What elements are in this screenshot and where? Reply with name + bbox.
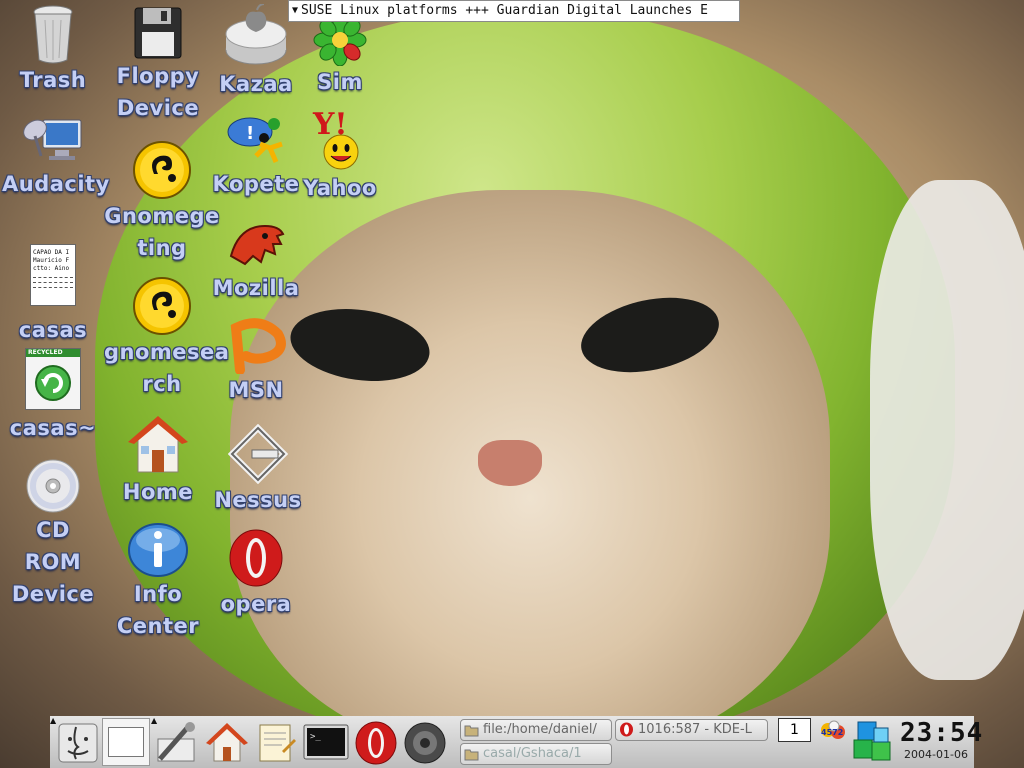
desktop-icon-kopete[interactable]: ! Kopete [212,112,300,200]
recycled-document-icon: RECYCLED [25,348,81,410]
news-ticker[interactable]: ▼ SUSE Linux platforms +++ Guardian Digit… [288,0,740,22]
home-icon [128,416,188,473]
desktop-icon-label: Home [122,480,194,504]
desktop-icon-label: MSN [228,378,284,402]
folder-window-icon [464,725,479,737]
taskbar-window-opera[interactable]: 1016:587 - KDE-L [615,719,768,741]
finder-face-icon[interactable] [56,720,100,766]
desktop-icon-opera[interactable]: opera [214,528,298,620]
desktop[interactable]: Trash Audacity CAPAO DA I Mauricio F ctt… [0,0,1024,768]
desktop-icon-label: Kazaa [219,72,293,96]
clock-date: 2004-01-06 [904,748,968,761]
desktop-icon-label: Device [116,96,200,120]
desktop-icon-label: ting [137,236,187,260]
desktop-icon-label: Floppy [116,64,200,88]
floppy-disk-icon [134,7,182,59]
ticker-text[interactable]: SUSE Linux platforms +++ Guardian Digita… [301,3,708,18]
document-preview-line: Mauricio F [33,257,70,264]
document-preview-line: CAPAO DA I [33,249,70,256]
desktop-icon-label: Yahoo [303,176,377,200]
gnome-foot-icon [133,141,191,199]
desktop-icon-yahoo[interactable]: Y! Yahoo [300,108,380,204]
clock-time: 23:54 [900,718,984,748]
desktop-icon-label: CD [36,518,70,542]
recycle-arrow-icon [35,365,71,401]
home-folder-icon[interactable] [204,720,250,766]
kazaa-apple-icon [225,4,287,65]
taskbar-window-title: file:/home/daniel/ [483,722,597,737]
wallpaper-cat-nose [478,440,542,486]
desktop-icon-label: Audacity [2,172,110,196]
desktop-icon-label: Kopete [212,172,300,196]
desktop-icon-info-center[interactable]: Info Center [110,522,206,642]
info-icon [128,523,188,577]
opera-icon [229,529,283,587]
desktop-icon-sim[interactable]: Sim [306,14,374,98]
kopete-icon: ! [227,117,283,163]
speaker-icon[interactable] [402,720,448,766]
desktop-icon-mozilla[interactable]: Mozilla [212,218,300,304]
desktop-icon-label: Nessus [214,488,302,512]
tray-cubes-icon[interactable] [852,718,894,766]
mozilla-dragon-icon [229,224,285,266]
desktop-icon-label: casas~ [9,416,97,440]
taskbar-window-title: casal/Gshaca/1 [483,746,582,761]
document-preview-line: ctto: Aino [33,265,70,272]
panel-clock[interactable]: 23:54 2004-01-06 [900,718,984,768]
desktop-icon-kazaa[interactable]: Kazaa [214,4,298,100]
opera-window-icon [620,722,633,737]
yahoo-messenger-icon: Y! [312,108,359,170]
desktop-icon-label: Trash [19,68,87,92]
control-center-tools-icon[interactable] [154,720,200,766]
opera-launcher-icon[interactable] [354,720,398,766]
nessus-icon [228,424,288,484]
cdrom-icon [26,459,80,513]
desktop-icon-label: casas [18,318,88,342]
desktop-icon-msn[interactable]: MSN [218,318,294,406]
desktop-icon-cdrom[interactable]: CD ROM Device [6,458,100,610]
text-document-icon: CAPAO DA I Mauricio F ctto: Aino [30,244,76,306]
desktop-icon-gnomesearch[interactable]: gnomesea rch [104,276,230,400]
folder-window-icon [464,749,479,761]
svg-text:!: ! [246,123,254,144]
audacity-icon [23,119,82,160]
desktop-icon-label: ROM [24,550,82,574]
msn-icon [230,318,286,374]
svg-text:>_: >_ [310,732,321,742]
desktop-icon-gnomegetting[interactable]: Gnomege ting [104,140,220,264]
desktop-icon-floppy[interactable]: Floppy Device [108,6,208,124]
recycled-badge: RECYCLED [26,349,80,357]
desktop-icon-home[interactable]: Home [116,414,200,508]
show-desktop-button[interactable] [102,718,150,766]
desktop-icon-audacity[interactable]: Audacity [2,112,110,200]
system-tray-counter-applet[interactable]: 4572 [818,720,850,744]
desktop-icon-trash[interactable]: Trash [10,4,96,96]
trash-icon [33,5,73,64]
desktop-icon-label: Sim [317,70,363,94]
desktop-icon-label: Device [11,582,95,606]
desktop-icon-nessus[interactable]: Nessus [212,424,304,516]
wallpaper-fur [870,180,1024,680]
desktop-icon-label: Info [133,582,183,606]
virtual-desktop-pager[interactable]: 1 [778,718,811,742]
desktop-icon-casas-backup[interactable]: RECYCLED casas~ [4,348,102,444]
taskbar-window-title: 1016:587 - KDE-L [638,722,752,737]
taskbar-window-folder[interactable]: casal/Gshaca/1 [460,743,612,765]
text-editor-icon[interactable] [254,720,298,766]
desktop-icon-label: gnomesea [104,340,230,364]
desktop-icon-label: rch [142,372,182,396]
gnome-foot-icon [133,277,191,335]
desktop-icon-label: Gnomege [104,204,220,228]
terminal-icon[interactable]: >_ [302,720,350,766]
tray-counter-text: 4572 [821,728,844,737]
desktop-icon-label: Center [116,614,200,638]
ticker-menu-arrow-icon[interactable]: ▼ [289,1,301,21]
taskbar-window-file-manager[interactable]: file:/home/daniel/ [460,719,612,741]
desktop-icon-label: opera [220,592,292,616]
desktop-icon-label: Mozilla [212,276,300,300]
desktop-icon-casas[interactable]: CAPAO DA I Mauricio F ctto: Aino casas [10,244,96,346]
